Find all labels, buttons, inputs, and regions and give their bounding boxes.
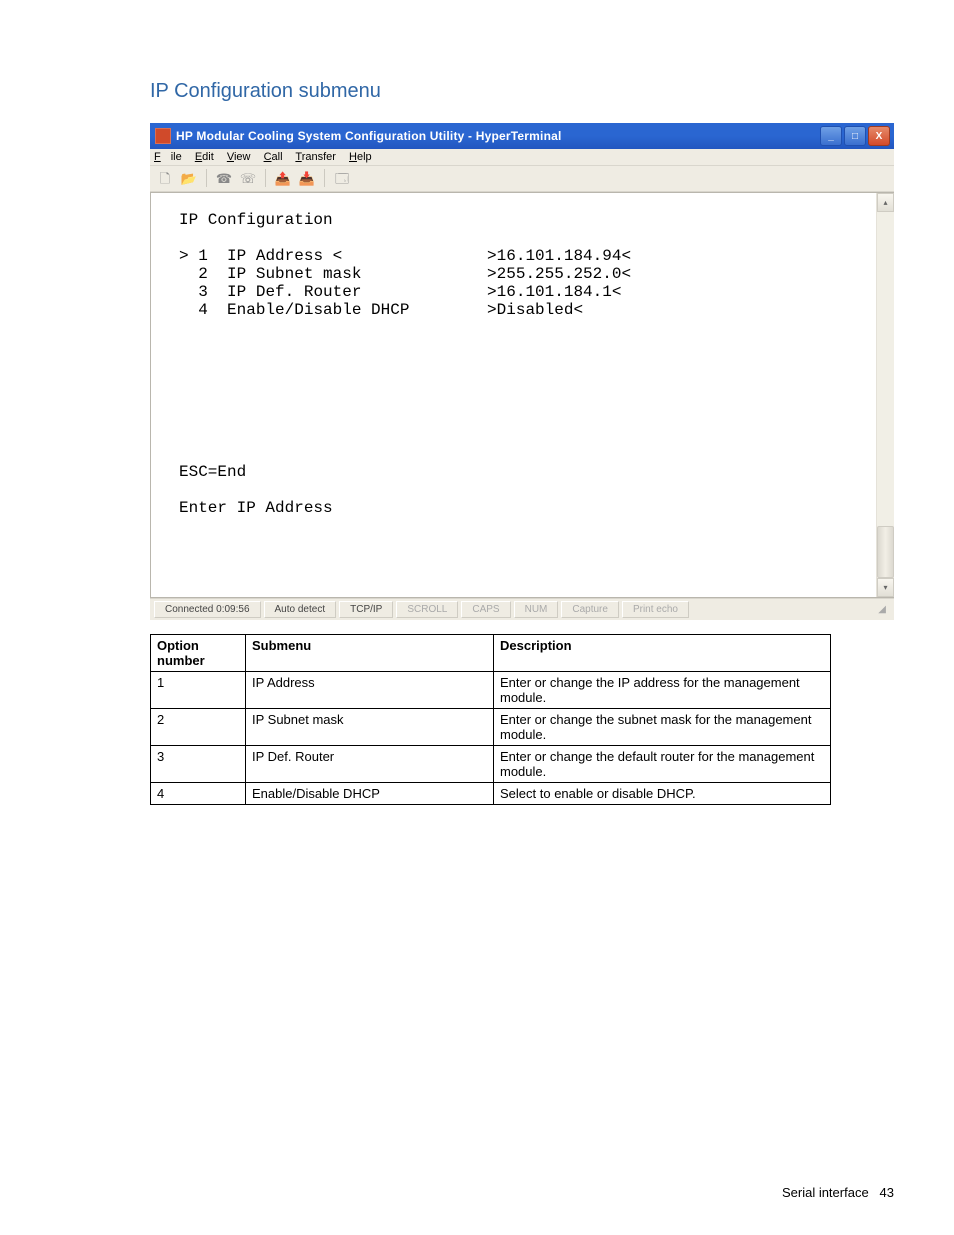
terminal-row: > 1 IP Address <>16.101.184.94< xyxy=(179,247,631,265)
resize-grip-icon[interactable]: ◢ xyxy=(874,604,890,615)
window-titlebar: HP Modular Cooling System Configuration … xyxy=(150,123,894,149)
send-icon[interactable]: 📤 xyxy=(274,170,292,187)
disconnect-icon[interactable]: ☏ xyxy=(239,170,257,187)
table-row: 3 IP Def. Router Enter or change the def… xyxy=(151,746,831,783)
header-description: Description xyxy=(494,635,831,672)
cell-opt: 2 xyxy=(151,709,246,746)
scroll-up-button[interactable]: ▴ xyxy=(877,193,894,212)
table-row: 4 Enable/Disable DHCP Select to enable o… xyxy=(151,783,831,805)
terminal-row: 2 IP Subnet mask>255.255.252.0< xyxy=(179,265,631,283)
scroll-down-button[interactable]: ▾ xyxy=(877,578,894,597)
scroll-thumb[interactable] xyxy=(877,526,894,578)
toolbar: 🗋 📂 ☎ ☏ 📤 📥 🗔 xyxy=(150,166,894,192)
terminal-prompt: Enter IP Address xyxy=(179,499,333,517)
app-icon xyxy=(155,128,171,144)
new-icon[interactable]: 🗋 xyxy=(156,170,174,187)
close-button[interactable]: X xyxy=(868,126,890,146)
status-connected: Connected 0:09:56 xyxy=(154,601,261,618)
status-printecho: Print echo xyxy=(622,601,689,618)
menu-call[interactable]: Call xyxy=(264,151,283,163)
table-header-row: Option number Submenu Description xyxy=(151,635,831,672)
header-submenu: Submenu xyxy=(246,635,494,672)
terminal-output: IP Configuration > 1 IP Address <>16.101… xyxy=(151,193,876,597)
table-row: 2 IP Subnet mask Enter or change the sub… xyxy=(151,709,831,746)
cell-opt: 1 xyxy=(151,672,246,709)
status-bar: Connected 0:09:56 Auto detect TCP/IP SCR… xyxy=(150,598,894,620)
status-scroll: SCROLL xyxy=(396,601,458,618)
menu-bar: File Edit View Call Transfer Help xyxy=(150,149,894,166)
section-heading: IP Configuration submenu xyxy=(150,80,894,103)
hyperterminal-window: HP Modular Cooling System Configuration … xyxy=(150,123,894,620)
minimize-button[interactable]: _ xyxy=(820,126,842,146)
menu-edit[interactable]: Edit xyxy=(195,151,214,163)
properties-icon[interactable]: 🗔 xyxy=(333,170,351,187)
status-protocol: TCP/IP xyxy=(339,601,393,618)
cell-opt: 3 xyxy=(151,746,246,783)
footer-label: Serial interface xyxy=(782,1185,869,1200)
status-capture: Capture xyxy=(561,601,619,618)
status-caps: CAPS xyxy=(461,601,510,618)
menu-help[interactable]: Help xyxy=(349,151,372,163)
cell-sub: IP Address xyxy=(246,672,494,709)
cell-sub: Enable/Disable DHCP xyxy=(246,783,494,805)
terminal-title: IP Configuration xyxy=(179,211,333,229)
terminal-row: 3 IP Def. Router>16.101.184.1< xyxy=(179,283,621,301)
page-footer: Serial interface 43 xyxy=(782,1185,894,1200)
receive-icon[interactable]: 📥 xyxy=(298,170,316,187)
cell-desc: Select to enable or disable DHCP. xyxy=(494,783,831,805)
header-option-number: Option number xyxy=(151,635,246,672)
cell-desc: Enter or change the IP address for the m… xyxy=(494,672,831,709)
window-title: HP Modular Cooling System Configuration … xyxy=(176,129,820,143)
terminal-row: 4 Enable/Disable DHCP>Disabled< xyxy=(179,301,583,319)
maximize-button[interactable]: □ xyxy=(844,126,866,146)
connect-icon[interactable]: ☎ xyxy=(215,170,233,187)
options-table: Option number Submenu Description 1 IP A… xyxy=(150,634,831,805)
terminal-esc: ESC=End xyxy=(179,463,246,481)
cell-sub: IP Subnet mask xyxy=(246,709,494,746)
menu-transfer[interactable]: Transfer xyxy=(295,151,336,163)
cell-sub: IP Def. Router xyxy=(246,746,494,783)
cell-desc: Enter or change the default router for t… xyxy=(494,746,831,783)
cell-desc: Enter or change the subnet mask for the … xyxy=(494,709,831,746)
scroll-track[interactable] xyxy=(877,212,894,578)
cell-opt: 4 xyxy=(151,783,246,805)
footer-page: 43 xyxy=(880,1185,894,1200)
open-icon[interactable]: 📂 xyxy=(180,170,198,187)
status-autodetect: Auto detect xyxy=(264,601,337,618)
status-num: NUM xyxy=(514,601,559,618)
menu-view[interactable]: View xyxy=(227,151,251,163)
table-row: 1 IP Address Enter or change the IP addr… xyxy=(151,672,831,709)
menu-file[interactable]: File xyxy=(154,151,182,163)
vertical-scrollbar[interactable]: ▴ ▾ xyxy=(876,193,894,597)
